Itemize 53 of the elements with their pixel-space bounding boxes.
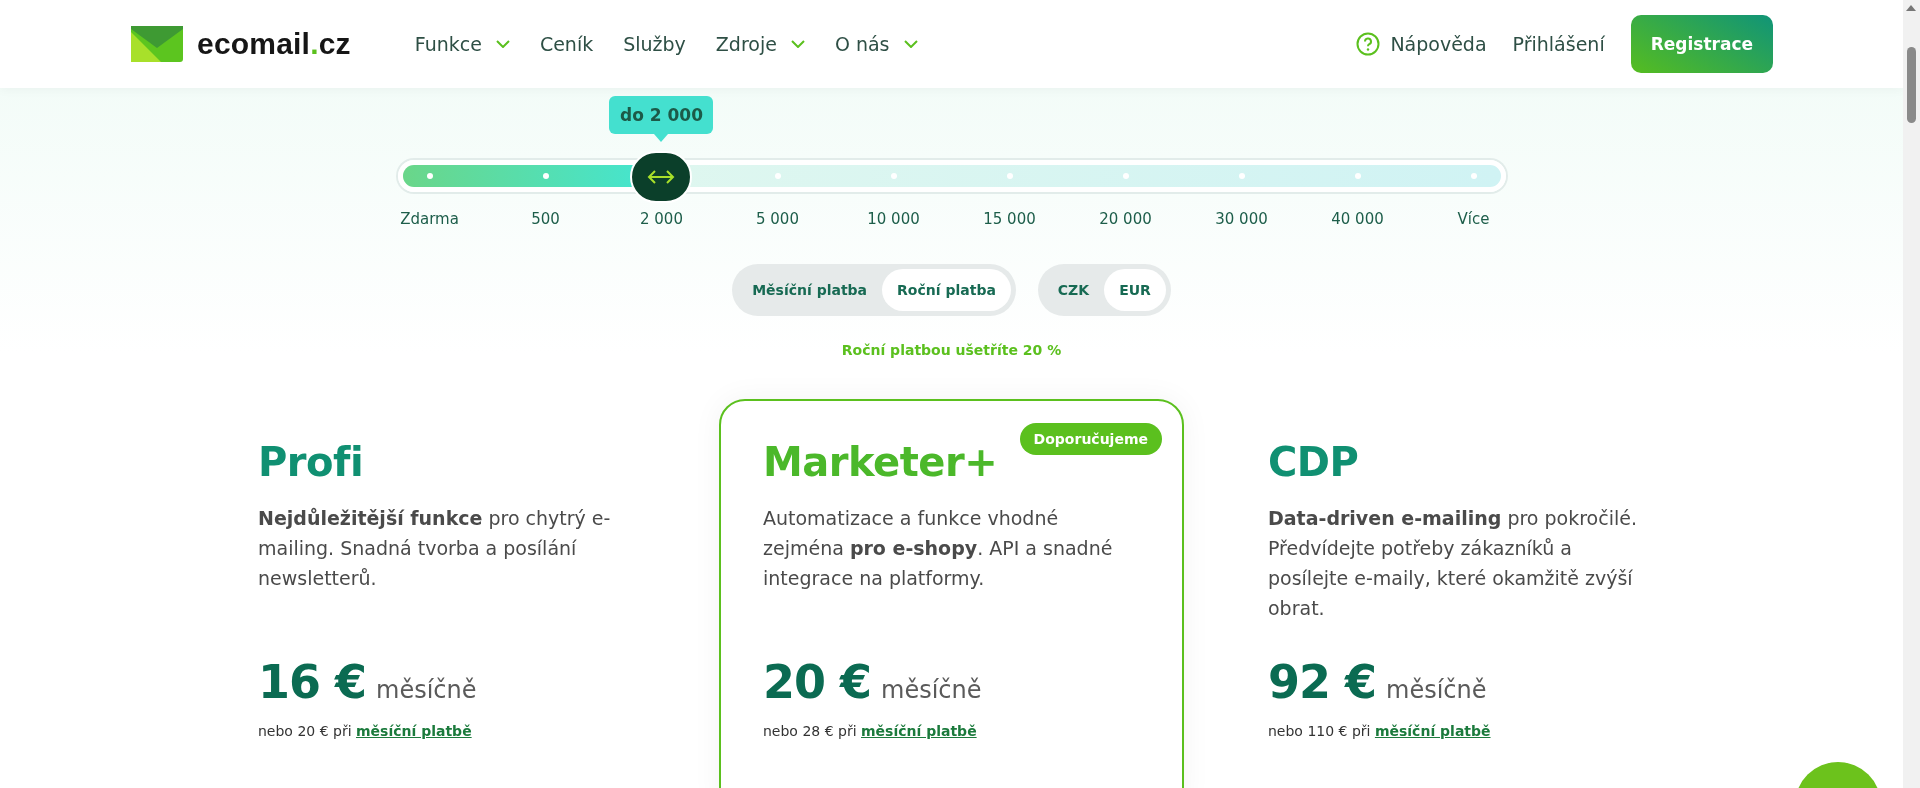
billing-option[interactable]: Měsíční platba [737,269,883,311]
nav-link[interactable]: Funkce [414,33,510,55]
help-icon [1356,32,1381,56]
value-tooltip: do 2 000 [609,96,714,134]
logo-text[interactable]: ecomail.cz [197,27,351,61]
monthly-payment-link[interactable]: měsíční platbě [356,723,472,739]
billing-option[interactable]: Roční platba [882,269,1011,311]
scroll-up-icon[interactable] [1906,5,1916,11]
slider-stop-label[interactable]: 2 000 [603,210,720,228]
scrollbar-thumb[interactable] [1907,47,1916,123]
slider-stop-label[interactable]: Zdarma [371,210,488,228]
plan-description: Automatizace a funkce vhodné zejména pro e-shopy. API a snadné integrace na platformy. [763,506,1114,591]
plan-price: 16 € [258,655,367,709]
recommended-badge: Doporučujeme [1019,423,1162,455]
savings-note: Roční platbou ušetříte 20 % [841,342,1062,358]
slider-stop-label[interactable]: 15 000 [951,210,1068,228]
monthly-price-note: nebo 110 € při měsíční platbě [1268,723,1492,739]
chevron-down-icon [790,40,805,48]
currency-option[interactable]: EUR [1104,269,1166,311]
monthly-price-note: nebo 28 € při měsíční platbě [763,723,978,739]
scrollbar[interactable] [1903,0,1920,788]
price-period: měsíčně [881,676,982,704]
plan-title: CDP [1268,439,1360,485]
chevron-down-icon [903,40,918,48]
slider-stop-label[interactable]: Více [1415,210,1532,228]
currency-option[interactable]: CZK [1042,269,1105,311]
tooltip-pointer [654,134,669,142]
login-link[interactable]: Přihlášení [1512,33,1605,55]
slider-stop-label[interactable]: 10 000 [835,210,952,228]
plan-description: Nejdůležitější funkce pro chytrý e-mailing. Snadná tvorba a posílání newsletterů. [258,506,612,591]
double-arrow-icon [647,169,676,185]
slider-stop-label[interactable]: 40 000 [1299,210,1416,228]
slider-stop-label[interactable]: 5 000 [719,210,836,228]
chevron-down-icon [495,40,510,48]
price-period: měsíčně [1386,676,1487,704]
nav-link[interactable]: O nás [834,33,918,55]
nav-link[interactable]: Služby [623,33,686,55]
envelope-logo-icon[interactable] [131,26,183,62]
plan-description: Data-driven e-mailing pro pokročilé. Předvídejte potřeby zákazníků a posílejte e-maily, které okamžitě zvýší obrat. [1268,506,1638,621]
slider-stop-label[interactable]: 500 [487,210,604,228]
slider-track[interactable] [397,160,1506,192]
monthly-price-note: nebo 20 € při měsíční platbě [258,723,473,739]
monthly-payment-link[interactable]: měsíční platbě [1374,723,1491,739]
plan-price: 20 € [763,655,872,709]
nav-link[interactable]: Ceník [539,33,594,55]
slider-stop-label[interactable]: 30 000 [1183,210,1300,228]
plan-price: 92 € [1268,655,1377,709]
monthly-payment-link[interactable]: měsíční platbě [861,723,977,739]
slider-stop-label[interactable]: 20 000 [1067,210,1184,228]
help-link[interactable]: Nápověda [1356,32,1487,56]
plan-title: Profi [258,439,365,485]
price-period: měsíčně [376,676,477,704]
nav-link[interactable]: Zdroje [715,33,805,55]
